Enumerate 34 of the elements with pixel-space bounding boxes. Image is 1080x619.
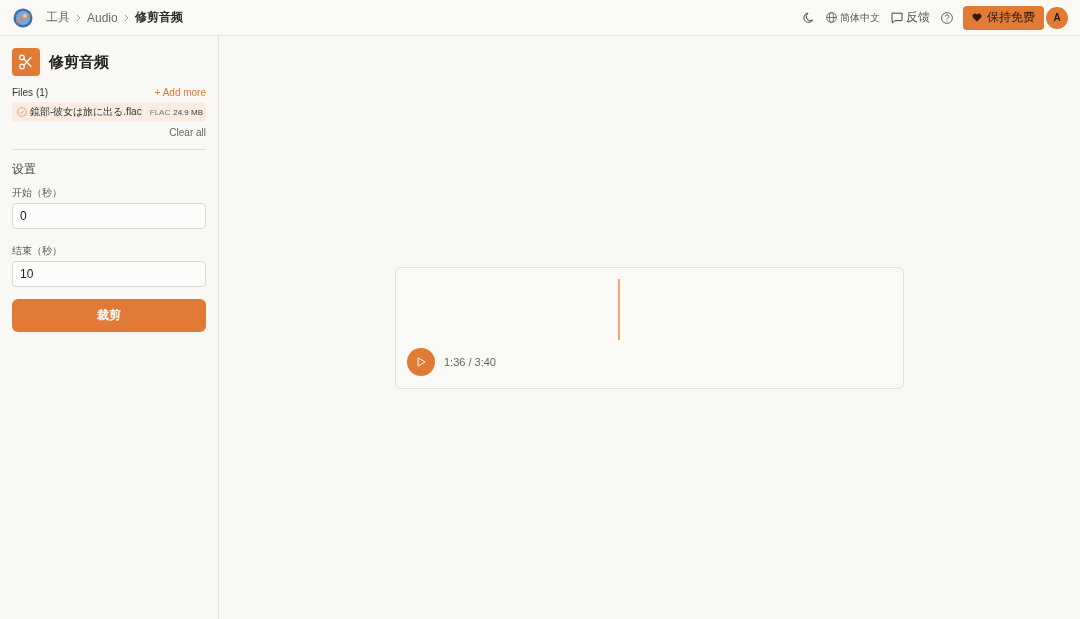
- chevron-icon: [76, 13, 81, 22]
- breadcrumb-link[interactable]: 工具: [46, 9, 70, 26]
- field-label: 结束（秒）: [12, 244, 63, 258]
- file-name: 鏡部-彼女は旅に出る.flac: [30, 105, 142, 119]
- chevron-icon: [123, 13, 129, 22]
- file-size: 24.9 MB: [173, 107, 203, 117]
- time-display: 1:36 / 3:40: [444, 355, 496, 368]
- files-label: Files (1): [12, 87, 49, 98]
- file-format: FLAC: [149, 107, 171, 117]
- play-button[interactable]: [407, 347, 435, 376]
- clear-all-link[interactable]: Clear all: [169, 127, 206, 138]
- tool-title: 修剪音频: [49, 52, 109, 72]
- chat-icon: [891, 11, 903, 24]
- globe-icon: [826, 12, 837, 23]
- help-icon: [941, 11, 953, 24]
- feedback-button[interactable]: 反馈: [891, 9, 930, 26]
- heart-icon: [972, 13, 982, 22]
- check-circle-icon: [17, 107, 27, 117]
- settings-heading: 设置: [12, 161, 37, 178]
- number-field[interactable]: 0: [12, 203, 206, 229]
- number-field[interactable]: 10: [12, 261, 206, 287]
- logo-icon[interactable]: [13, 7, 33, 28]
- help-button[interactable]: [941, 11, 953, 24]
- breadcrumb-link[interactable]: Audio: [87, 10, 118, 25]
- avatar[interactable]: A: [1046, 6, 1068, 29]
- language-button[interactable]: 简体中文: [826, 10, 880, 25]
- playhead[interactable]: [618, 278, 621, 340]
- scissors-icon: [12, 48, 40, 76]
- play-icon: [416, 356, 426, 367]
- field-label: 开始（秒）: [12, 186, 63, 200]
- moon-icon: [803, 11, 815, 24]
- support-button[interactable]: 保持免费: [963, 5, 1044, 30]
- theme-toggle-button[interactable]: [803, 11, 815, 24]
- breadcrumb-link[interactable]: 修剪音频: [134, 9, 183, 26]
